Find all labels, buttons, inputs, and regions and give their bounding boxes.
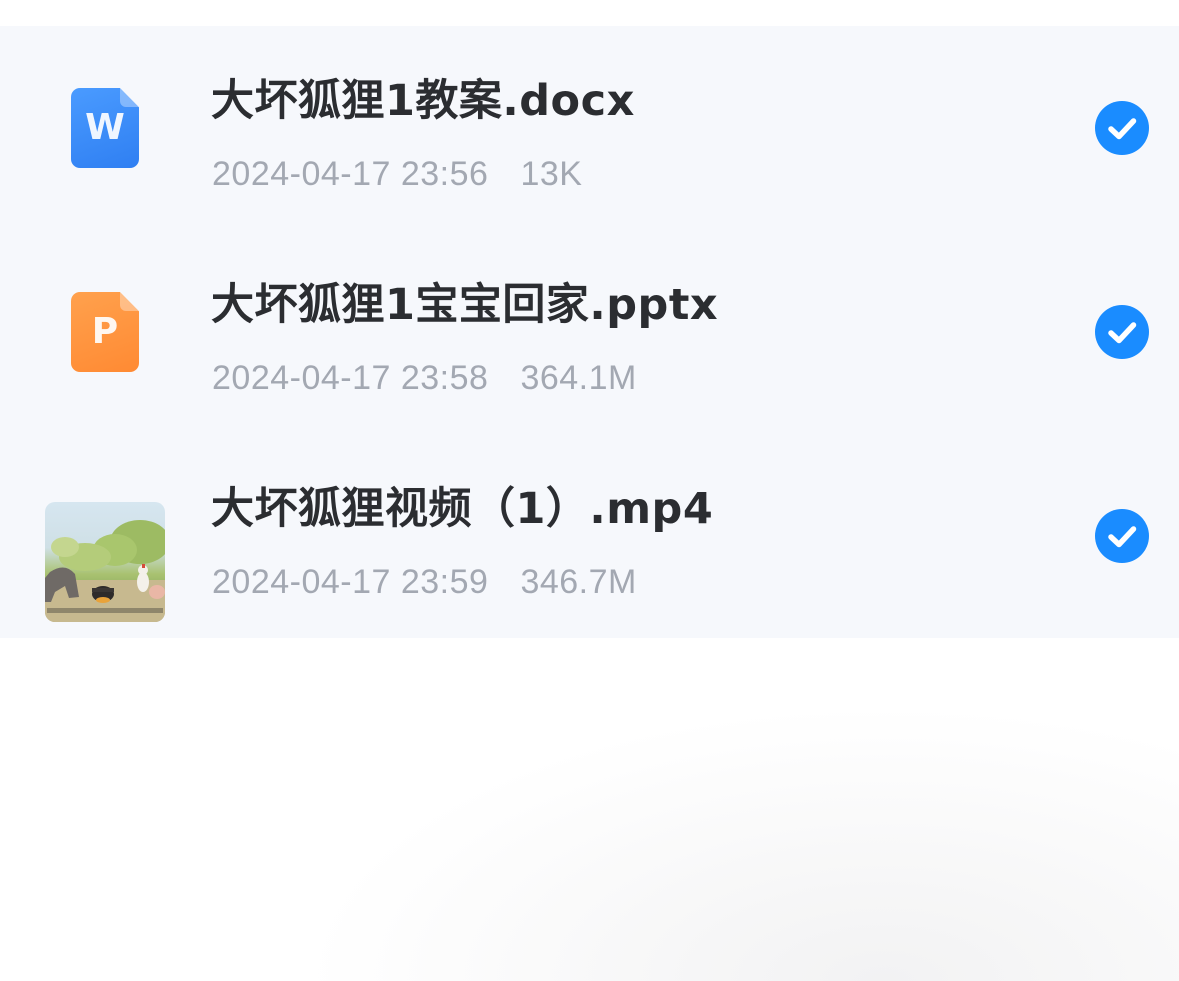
word-doc-icon: W [71,88,139,168]
file-name: 大坏狐狸1教案.docx [211,76,635,126]
checkmark-icon[interactable] [1095,305,1149,359]
word-letter: W [85,107,125,148]
page-fold [120,88,139,107]
file-size: 346.7M [520,563,637,601]
checkmark-icon[interactable] [1095,101,1149,155]
file-meta: 2024-04-17 23:59 346.7M [212,562,637,602]
ppt-letter: P [91,311,119,352]
file-meta: 2024-04-17 23:56 13K [212,154,582,194]
ppt-doc-icon: P [71,292,139,372]
file-date: 2024-04-17 23:58 [212,359,489,397]
screen: W 大坏狐狸1教案.docx 2024-04-17 23:56 13K P 大坏狐… [0,0,1179,981]
file-date: 2024-04-17 23:59 [212,563,489,601]
file-meta: 2024-04-17 23:58 364.1M [212,358,637,398]
page-fold [120,292,139,311]
list-item[interactable]: 大坏狐狸视频（1）.mp4 2024-04-17 23:59 346.7M [0,434,1179,638]
video-thumbnail [45,502,165,622]
checkmark-icon[interactable] [1095,509,1149,563]
file-size: 13K [520,155,583,193]
file-date: 2024-04-17 23:56 [212,155,489,193]
file-size: 364.1M [520,359,637,397]
file-name: 大坏狐狸1宝宝回家.pptx [211,280,719,330]
file-name: 大坏狐狸视频（1）.mp4 [211,484,714,534]
list-item[interactable]: W 大坏狐狸1教案.docx 2024-04-17 23:56 13K [0,26,1179,230]
file-list: W 大坏狐狸1教案.docx 2024-04-17 23:56 13K P 大坏狐… [0,26,1179,638]
list-item[interactable]: P 大坏狐狸1宝宝回家.pptx 2024-04-17 23:58 364.1M [0,230,1179,434]
